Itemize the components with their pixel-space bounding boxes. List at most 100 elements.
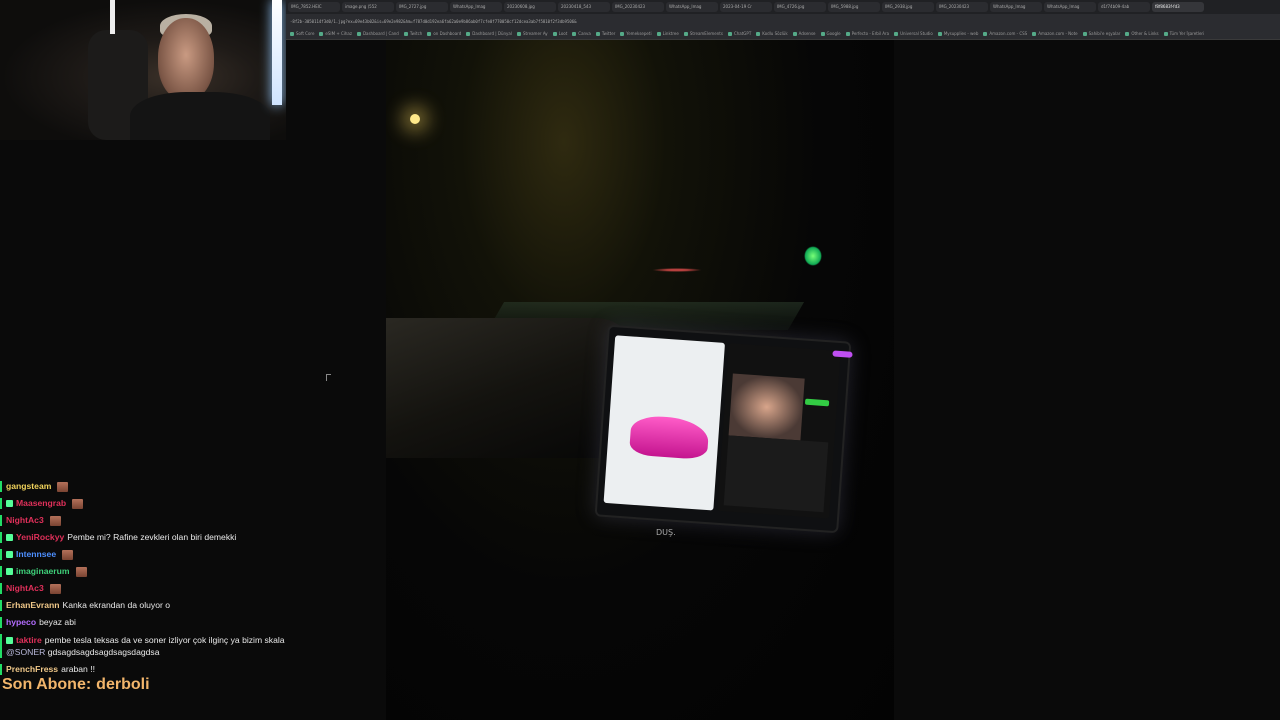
bookmark-item[interactable]: on Dashboard xyxy=(427,31,461,36)
browser-tab[interactable]: f8f8683f-fd3 xyxy=(1152,2,1204,12)
chat-badge-icon xyxy=(6,637,13,645)
browser-tab[interactable]: IMG_20230423 xyxy=(612,2,664,12)
browser-tab[interactable]: IMG_7852.HEIC xyxy=(288,2,340,12)
car-dashboard xyxy=(386,318,636,458)
browser-tab[interactable]: WhatsApp_Imag xyxy=(666,2,718,12)
chat-message: hypeco beyaz abi xyxy=(0,614,380,631)
tesla-car-panel xyxy=(603,335,726,511)
bookmark-item[interactable]: Dashboard | Cand xyxy=(357,31,399,36)
chat-username[interactable]: Maasengrab xyxy=(16,498,66,508)
chat-username[interactable]: Intennsee xyxy=(16,549,56,559)
chat-username[interactable]: hypeco xyxy=(6,617,36,627)
browser-tab[interactable]: WhatsApp_Imag xyxy=(450,2,502,12)
bookmark-item[interactable]: eSIM + Cihaz xyxy=(319,31,352,36)
chat-badge-icon xyxy=(6,551,13,559)
emote-icon xyxy=(57,481,69,492)
streamer-face xyxy=(158,18,214,100)
chat-text: gdsagdsagdsagdsagsdagdsa xyxy=(47,647,160,657)
url-text[interactable]: -8f2b-3050114f3d0/1.jpg?ex=69e43b02&is=6… xyxy=(290,19,577,24)
bookmark-item[interactable]: Dashboard | Dünyal xyxy=(466,31,512,36)
tail-lights xyxy=(652,268,702,272)
chat-message: ErhanEvrann Kanka ekrandan da oluyor o xyxy=(0,597,380,614)
chat-text: beyaz abi xyxy=(39,617,76,627)
bookmark-item[interactable]: Perfecto - Erbil Ara xyxy=(846,31,889,36)
chat-badge-icon xyxy=(6,568,13,576)
chat-message: gangsteam xyxy=(0,478,380,495)
night-car-photo: DUŞ. xyxy=(386,40,894,720)
chat-badge-icon xyxy=(6,534,13,542)
chat-badge-icon xyxy=(6,500,13,508)
bookmark-item[interactable]: ChatGPT xyxy=(728,31,751,36)
bookmark-item[interactable]: Canva xyxy=(572,31,591,36)
address-bar[interactable]: -8f2b-3050114f3d0/1.jpg?ex=69e43b02&is=6… xyxy=(286,14,1280,28)
light-strip xyxy=(272,0,282,105)
chat-message: imaginaerum xyxy=(0,563,380,580)
chat-message: YeniRockyy Pembe mi? Rafine zevkleri olan… xyxy=(0,529,380,546)
bookmark-item[interactable]: StreamElements xyxy=(684,31,723,36)
chat-username[interactable]: ErhanEvrann xyxy=(6,600,60,610)
chat-text: Pembe mi? Rafine zevkleri olan biri deme… xyxy=(67,532,237,542)
stream-video-thumbnail xyxy=(728,373,805,441)
browser-tab[interactable]: WhatsApp_Imag xyxy=(1044,2,1096,12)
bookmark-item[interactable]: Streamer Ay xyxy=(517,31,548,36)
chat-overlay: gangsteam Maasengrab NightAc3 YeniRockyy Pem… xyxy=(0,478,380,678)
browser-tab[interactable]: IMG_5988.jpg xyxy=(828,2,880,12)
bookmark-item[interactable]: Yemeksepeti xyxy=(620,31,651,36)
bookmark-item[interactable]: Google xyxy=(821,31,841,36)
chat-username[interactable]: YeniRockyy xyxy=(16,532,64,542)
last-subscriber: Son Abone: derboli xyxy=(2,676,155,694)
chat-username[interactable]: imaginaerum xyxy=(16,566,70,576)
bookmark-item[interactable]: Linktree xyxy=(657,31,679,36)
last-sub-label: Son Abone: xyxy=(2,676,92,693)
emote-icon xyxy=(49,583,61,594)
street-light xyxy=(410,114,420,124)
chat-username[interactable]: PrenchFress xyxy=(6,664,58,674)
browser-tab[interactable]: IMG_4726.jpg xyxy=(774,2,826,12)
chat-username[interactable]: taktire xyxy=(16,635,42,645)
browser-tab[interactable]: 2023-04-19 Cr xyxy=(720,2,772,12)
browser-tab[interactable]: WhatsApp_Imag xyxy=(990,2,1042,12)
bookmark-item[interactable]: Mysupplies - web xyxy=(938,31,979,36)
chat-username[interactable]: NightAc3 xyxy=(6,515,44,525)
bookmark-item[interactable]: Adsense xyxy=(793,31,816,36)
chat-message: NightAc3 xyxy=(0,512,380,529)
emote-icon xyxy=(49,515,61,526)
browser-tab[interactable]: 20230608.jpg xyxy=(504,2,556,12)
chat-mention[interactable]: @SONER xyxy=(6,647,45,657)
light-strip xyxy=(110,0,115,34)
bookmark-item[interactable]: Twitch xyxy=(404,31,422,36)
chat-username[interactable]: NightAc3 xyxy=(6,583,44,593)
bookmark-item[interactable]: Other & Links xyxy=(1125,31,1158,36)
bookmarks-bar: Soft Core eSIM + Cihaz Dashboard | Cand Twi… xyxy=(286,28,1280,40)
tesla-screen xyxy=(594,324,853,534)
chat-message: taktire pembe tesla teksas da ve soner iz… xyxy=(0,631,296,661)
browser-tab[interactable]: IMG_2938.jpg xyxy=(882,2,934,12)
bookmark-item[interactable]: Amazon.com - CSS xyxy=(983,31,1027,36)
bookmark-item[interactable]: Soft Core xyxy=(290,31,314,36)
bookmark-item[interactable]: Tüm Yer İşaretleri xyxy=(1164,31,1205,36)
browser-tab[interactable]: 20230418_543 xyxy=(558,2,610,12)
bookmark-item[interactable]: Universal Studio xyxy=(894,31,933,36)
pink-pill xyxy=(832,350,853,358)
webcam-overlay xyxy=(0,0,286,140)
bookmark-item[interactable]: Loot xyxy=(553,31,568,36)
chat-message: Maasengrab xyxy=(0,495,380,512)
browser-tab[interactable]: IMG_2727.jpg xyxy=(396,2,448,12)
browser-tab[interactable]: d1f74b09-4ab xyxy=(1098,2,1150,12)
green-light xyxy=(804,246,822,266)
bookmark-item[interactable]: Amazon.com - Note xyxy=(1032,31,1077,36)
tesla-browser-panel xyxy=(717,343,853,519)
chat-username[interactable]: gangsteam xyxy=(6,481,51,491)
chat-text: Kanka ekrandan da oluyor o xyxy=(62,600,171,610)
mouse-cursor-icon xyxy=(326,374,331,381)
chat-message: Intennsee xyxy=(0,546,380,563)
browser-tab[interactable]: IMG_20230423 xyxy=(936,2,988,12)
stream-chat-panel xyxy=(723,435,829,513)
green-follow-button xyxy=(804,398,830,407)
bookmark-item[interactable]: Twitter xyxy=(596,31,615,36)
chat-text: araban !! xyxy=(61,664,95,674)
bookmark-item[interactable]: Kodlu Sözlük xyxy=(756,31,787,36)
browser-tab[interactable]: image.png (552 xyxy=(342,2,394,12)
pink-car-icon xyxy=(628,414,710,460)
bookmark-item[interactable]: Sahibi'e eşyalar xyxy=(1083,31,1121,36)
